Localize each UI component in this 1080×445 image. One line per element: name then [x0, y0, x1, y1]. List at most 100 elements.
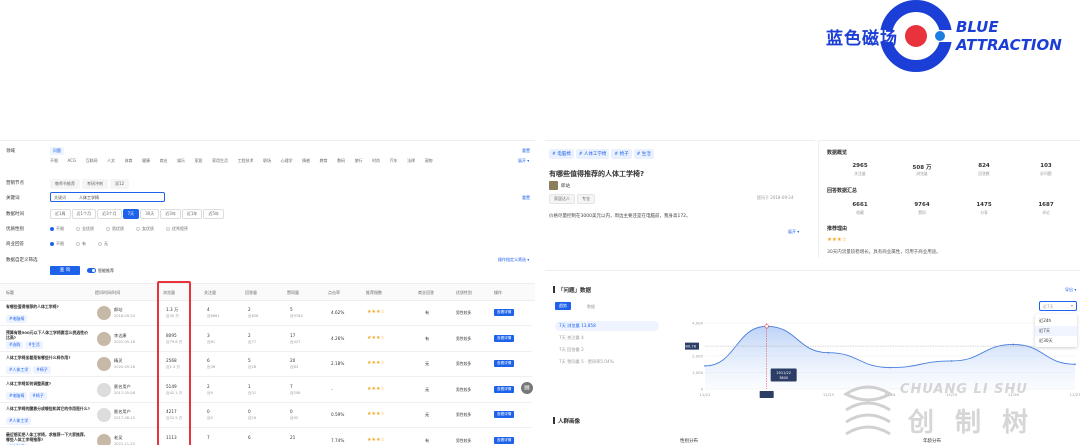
domain-tab[interactable]: 娱乐: [177, 158, 185, 164]
gender-option[interactable]: 男优质: [106, 226, 124, 232]
range-option[interactable]: 近30天: [1035, 336, 1077, 346]
time-option[interactable]: 近3个月: [97, 209, 122, 219]
domain-tab[interactable]: 数码: [337, 158, 345, 164]
domain-tab[interactable]: 互联网: [86, 158, 98, 164]
domain-tab[interactable]: 情感: [302, 158, 310, 164]
column-header[interactable]: 推荐指数: [366, 290, 382, 296]
row-tag[interactable]: #电脑椅: [6, 315, 28, 323]
domain-tab[interactable]: 时尚: [372, 158, 380, 164]
question-expand[interactable]: 展开 ▾: [788, 229, 799, 235]
question-tag[interactable]: # 电脑椅: [549, 149, 574, 159]
table-row[interactable]: 人体工学椅的腰靠分成哪些和其它的作用是什么? #人体工学 匿名用户 2017-08-1…: [0, 403, 532, 428]
commercial-option[interactable]: 不限: [50, 241, 64, 247]
trend-metric[interactable]: 7天 关注量 4: [555, 333, 659, 343]
column-header[interactable]: 优质性别: [456, 290, 472, 296]
time-option[interactable]: 7天: [122, 209, 140, 219]
domain-tab[interactable]: 商业: [160, 158, 168, 164]
table-row[interactable]: 人体工学椅如何调整高度? #电脑椅 #椅子 匿名用户 2017-05-08 5149 近42…: [0, 378, 532, 403]
time-option[interactable]: 近1个月: [71, 209, 97, 219]
view-detail-button[interactable]: 查看详情: [494, 309, 515, 316]
column-header[interactable]: 操作: [494, 290, 502, 296]
table-row[interactable]: 有哪些值得推荐的人体工学椅? #电脑椅 郎站 2018-09-24 1.3 万近30 万…: [0, 301, 532, 326]
range-select[interactable]: 近7天 ▾: [1039, 301, 1077, 311]
row-title[interactable]: 人体工学椅的腰靠分成哪些和其它的作用是什么?: [6, 406, 90, 411]
keyword-type-select[interactable]: 关键词: [54, 195, 66, 201]
domain-tab[interactable]: 旅行: [355, 158, 363, 164]
column-header[interactable]: 赞同量: [287, 290, 299, 296]
row-tag[interactable]: #椅子: [29, 391, 47, 400]
domain-tab[interactable]: 教育: [320, 158, 328, 164]
domain-tab[interactable]: 汽车: [390, 158, 398, 164]
domain-tab[interactable]: 家居: [195, 158, 203, 164]
commercial-option[interactable]: 有: [76, 241, 86, 247]
view-detail-button[interactable]: 查看详情: [494, 360, 515, 367]
column-header[interactable]: 关注量: [204, 290, 216, 296]
column-header[interactable]: 回答量: [245, 290, 257, 296]
trend-metric[interactable]: 7天 赞同量 5 · 赞同率5.04%: [555, 357, 659, 367]
keyword-reset-link[interactable]: 重置: [522, 195, 530, 201]
domain-selected-chip[interactable]: 问题: [50, 147, 64, 155]
range-option[interactable]: 近7天: [1035, 326, 1077, 336]
commercial-option[interactable]: 无: [98, 241, 108, 247]
row-tag[interactable]: #生活: [25, 340, 43, 349]
column-header[interactable]: 商业回答: [418, 290, 434, 296]
domain-tab[interactable]: 工程技术: [238, 158, 254, 164]
trend-metric[interactable]: 7天 浏览量 13,858: [555, 321, 659, 331]
query-button[interactable]: 查 询: [50, 266, 80, 275]
tag-option[interactable]: 双12: [110, 179, 130, 189]
domain-tab[interactable]: 宠物: [425, 158, 433, 164]
column-header[interactable]: 标题: [6, 290, 14, 296]
tag-option[interactable]: 考研冲刺: [82, 179, 108, 189]
view-detail-button[interactable]: 查看详情: [494, 411, 515, 418]
gender-option[interactable]: 全优质: [76, 226, 94, 232]
domain-tab[interactable]: 体育: [125, 158, 133, 164]
trend-export-link[interactable]: 导出 ▾: [1065, 287, 1076, 293]
question-tag[interactable]: # 人体工学椅: [575, 149, 610, 159]
domain-tab[interactable]: 心理学: [281, 158, 293, 164]
column-header[interactable]: 提问时间/时间: [95, 290, 120, 296]
time-option[interactable]: 近1年: [181, 209, 203, 219]
table-row[interactable]: 预算有限500元以下人体工学椅要怎么挑选性价比高? #选购 #生活 李达康 2022-0…: [0, 327, 532, 352]
domain-tab[interactable]: 健康: [142, 158, 150, 164]
domain-tab[interactable]: 职场: [263, 158, 271, 164]
view-detail-button[interactable]: 查看详情: [494, 334, 515, 342]
reset-link[interactable]: 重置: [522, 148, 530, 154]
trend-metric[interactable]: 7天 回答量 2: [555, 345, 659, 355]
row-title[interactable]: 有哪些值得推荐的人体工学椅?: [6, 304, 90, 309]
table-row[interactable]: 最近想买把人体工学椅，求推荐一下大家推荐，哪些人体工学椅推荐?#电脑椅老吴202…: [0, 429, 532, 445]
row-tag[interactable]: #电脑椅: [6, 391, 28, 400]
view-detail-button[interactable]: 查看详情: [494, 436, 515, 444]
scroll-top-icon[interactable]: ▤: [521, 382, 533, 394]
trend-tab-data[interactable]: 数据: [587, 304, 595, 310]
time-option[interactable]: 近5年: [203, 209, 224, 219]
row-title[interactable]: 人体工学椅坐着是有哪些什么样作用?: [6, 355, 90, 360]
column-header[interactable]: 点击率: [328, 290, 340, 296]
row-tag[interactable]: #选购: [6, 340, 24, 349]
keyword-field[interactable]: 关键词 人体工学椅: [50, 192, 165, 202]
row-tag[interactable]: #椅子: [33, 366, 51, 374]
trend-tab-active[interactable]: 趋势: [555, 302, 571, 310]
row-title[interactable]: 预算有限500元以下人体工学椅要怎么挑选性价比高?: [6, 330, 90, 340]
smart-recommend-toggle[interactable]: [87, 268, 96, 273]
gender-option[interactable]: 优秀程序: [166, 226, 188, 232]
question-tag[interactable]: # 生活: [633, 149, 654, 159]
row-tag[interactable]: #人体工学: [6, 366, 32, 374]
row-title[interactable]: 最近想买把人体工学椅，求推荐一下大家推荐，哪些人体工学椅推荐?: [6, 432, 90, 442]
domain-tab[interactable]: 人文: [107, 158, 115, 164]
question-tag[interactable]: # 椅子: [611, 149, 632, 159]
time-option[interactable]: 近1周: [50, 209, 71, 219]
gender-option[interactable]: 不限: [50, 226, 64, 232]
view-detail-button[interactable]: 查看详情: [494, 385, 515, 393]
row-title[interactable]: 人体工学椅如何调整高度?: [6, 381, 90, 386]
domain-tab[interactable]: 家用生活: [212, 158, 228, 164]
range-option[interactable]: 近24h: [1035, 316, 1077, 326]
domain-tab[interactable]: 法律: [407, 158, 415, 164]
time-option[interactable]: 近3年: [160, 209, 181, 219]
table-row[interactable]: 人体工学椅坐着是有哪些什么样作用? #人体工学 #椅子 精灵 2020-09-28 256…: [0, 352, 532, 377]
row-tag[interactable]: #人体工学: [6, 417, 32, 425]
expand-link[interactable]: 展开 ▾: [518, 158, 529, 164]
gender-option[interactable]: 女优质: [136, 226, 154, 232]
custom-filter-link[interactable]: 操作指定义筛选 ▾: [498, 257, 529, 263]
tag-option[interactable]: 教师节推荐: [50, 179, 80, 189]
time-option[interactable]: 30天: [140, 209, 160, 219]
